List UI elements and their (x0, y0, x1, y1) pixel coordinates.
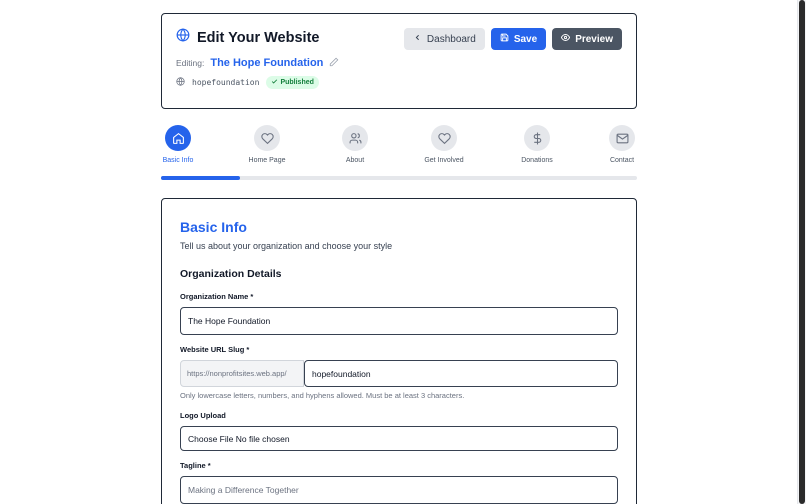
dollar-icon (524, 125, 550, 151)
section-title: Organization Details (180, 268, 282, 280)
pencil-icon[interactable] (329, 54, 339, 72)
logo-file-input[interactable]: Choose File No file chosen (180, 426, 618, 451)
tagline-label: Tagline * (180, 461, 211, 470)
form-description: Tell us about your organization and choo… (180, 241, 393, 251)
step-label: Contact (609, 157, 635, 164)
step-contact[interactable]: Contact (592, 125, 652, 164)
progress-bar (161, 176, 637, 180)
heart-icon (254, 125, 280, 151)
dashboard-button[interactable]: Dashboard (403, 28, 485, 50)
step-about[interactable]: About (325, 125, 385, 164)
chevron-left-icon (413, 33, 422, 45)
page-title: Edit Your Website (197, 29, 320, 46)
eye-icon (561, 33, 571, 45)
scrollbar-thumb[interactable] (799, 0, 805, 504)
step-label: About (345, 157, 365, 164)
status-badge: Published (266, 75, 319, 89)
save-button-label: Save (513, 33, 538, 45)
url-slug-input[interactable]: hopefoundation (304, 360, 618, 387)
org-name-label: Organization Name * (180, 292, 254, 301)
step-label: Donations (521, 157, 553, 164)
step-basic-info[interactable]: Basic Info (148, 125, 208, 164)
step-label: Basic Info (162, 157, 194, 164)
org-name-title: The Hope Foundation (210, 57, 324, 69)
org-name-input[interactable]: The Hope Foundation (180, 307, 618, 335)
step-home-page[interactable]: Home Page (237, 125, 297, 164)
url-slug-hint: Only lowercase letters, numbers, and hyp… (180, 391, 465, 400)
site-slug: hopefoundation (192, 77, 260, 87)
globe-icon (176, 28, 190, 47)
users-icon (342, 125, 368, 151)
scrollbar[interactable] (797, 0, 806, 504)
form-card: Basic Info Tell us about your organizati… (161, 198, 637, 504)
url-prefix: https://nonprofitsites.web.app/ (180, 360, 304, 387)
step-label: Get Involved (424, 157, 464, 164)
step-navigation: Basic Info Home Page About Get Involved … (161, 125, 637, 170)
home-icon (165, 125, 191, 151)
save-icon (500, 33, 509, 45)
save-button[interactable]: Save (490, 28, 547, 50)
mail-icon (609, 125, 635, 151)
check-icon (271, 78, 278, 87)
preview-button-label: Preview (575, 33, 613, 45)
heart-icon (431, 125, 457, 151)
url-slug-label: Website URL Slug * (180, 345, 250, 354)
editing-label: Editing: (176, 58, 205, 68)
slug-row: hopefoundation Published (176, 73, 319, 91)
logo-upload-label: Logo Upload (180, 411, 226, 420)
status-badge-label: Published (280, 78, 314, 86)
form-title: Basic Info (180, 219, 247, 235)
header-title-row: Edit Your Website (176, 28, 319, 47)
step-label: Home Page (248, 157, 286, 164)
step-donations[interactable]: Donations (507, 125, 567, 164)
globe-small-icon (176, 73, 185, 91)
header-card: Edit Your Website Dashboard Save Preview… (161, 13, 637, 109)
tagline-input[interactable]: Making a Difference Together (180, 476, 618, 504)
step-get-involved[interactable]: Get Involved (414, 125, 474, 164)
header-actions: Dashboard Save Preview (403, 28, 622, 50)
dashboard-button-label: Dashboard (426, 33, 476, 45)
progress-fill (161, 176, 241, 180)
editing-row: Editing: The Hope Foundation (176, 54, 339, 72)
preview-button[interactable]: Preview (552, 28, 622, 50)
